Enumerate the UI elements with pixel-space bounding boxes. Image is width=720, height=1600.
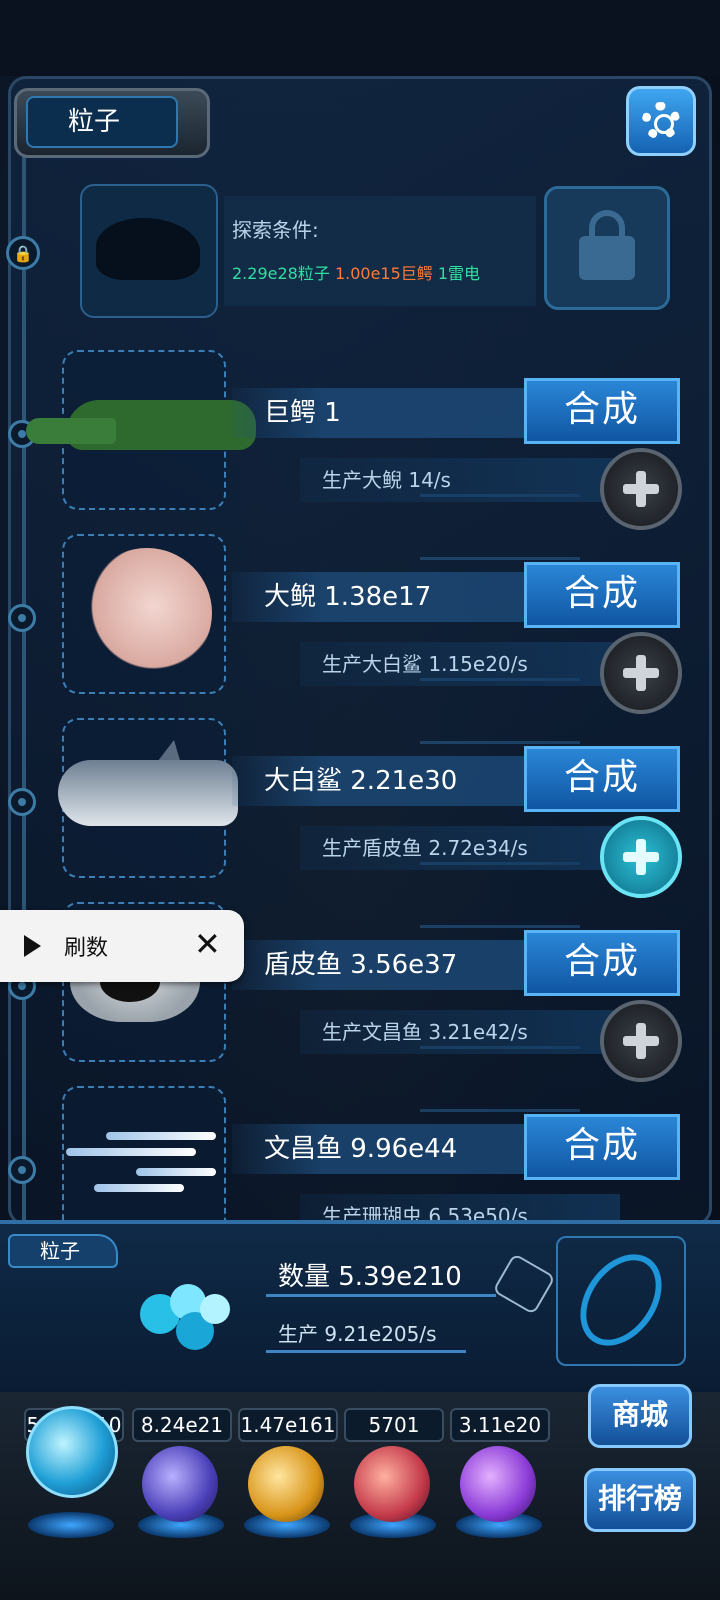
particle-production-rate: 生产 9.21e205/s xyxy=(278,1322,437,1346)
ranking-button[interactable]: 排行榜 xyxy=(584,1468,696,1532)
creature-name-lancelet: 文昌鱼 9.96e44 xyxy=(232,1124,532,1174)
resource-value-brain: 5701 xyxy=(344,1408,444,1442)
lock-node-icon: 🔒 xyxy=(6,236,40,270)
creature-name-crocodile: 巨鳄 1 xyxy=(232,388,532,438)
merge-button-shark[interactable]: 合成 xyxy=(524,746,680,812)
merge-button-lancelet[interactable]: 合成 xyxy=(524,1114,680,1180)
dna-icon xyxy=(556,1236,686,1366)
timeline-node xyxy=(8,1156,36,1184)
plus-icon xyxy=(621,837,661,877)
requirement-particles: 2.29e28粒子 xyxy=(232,264,330,283)
circuit-decoration xyxy=(420,678,580,744)
plus-icon xyxy=(621,469,661,509)
settings-button[interactable] xyxy=(626,86,696,156)
creature-name-salamander: 大鲵 1.38e17 xyxy=(232,572,532,622)
timeline-node xyxy=(8,788,36,816)
production-rate-placoderm: 生产文昌鱼 3.21e42/s xyxy=(300,1010,620,1054)
vortex-orb-icon[interactable] xyxy=(460,1446,536,1522)
creature-name-shark: 大白鲨 2.21e30 xyxy=(232,756,532,806)
shark-image xyxy=(58,740,248,840)
resource-value-sun: 1.47e161 xyxy=(238,1408,338,1442)
shop-button[interactable]: 商城 xyxy=(588,1384,692,1448)
particle-quantity: 数量 5.39e210 xyxy=(278,1262,462,1292)
particle-panel-tab: 粒子 xyxy=(8,1234,118,1268)
particle-cluster-icon xyxy=(130,1280,234,1354)
lancelet-image xyxy=(66,1124,226,1204)
play-icon[interactable] xyxy=(24,935,41,957)
particle-orb-icon[interactable] xyxy=(26,1406,118,1498)
explore-condition-title: 探索条件: xyxy=(232,218,319,242)
sun-orb-icon[interactable] xyxy=(248,1446,324,1522)
locked-creature-panel xyxy=(224,196,536,306)
upgrade-button-crocodile[interactable] xyxy=(600,448,682,530)
crocodile-image xyxy=(26,380,266,460)
resource-value-lightning: 8.24e21 xyxy=(132,1408,232,1442)
close-icon[interactable]: ✕ xyxy=(194,926,221,962)
brain-orb-icon[interactable] xyxy=(354,1446,430,1522)
status-strip xyxy=(0,0,720,76)
production-rate-salamander: 生产大白鲨 1.15e20/s xyxy=(300,642,620,686)
explore-requirements: 2.29e28粒子 1.00e15巨鳄 1雷电 xyxy=(232,260,480,284)
plus-icon xyxy=(621,1021,661,1061)
floating-tool-overlay[interactable]: 刷数 ✕ xyxy=(0,910,244,982)
merge-button-placoderm[interactable]: 合成 xyxy=(524,930,680,996)
circuit-decoration xyxy=(420,862,580,928)
overlay-label[interactable]: 刷数 xyxy=(64,930,108,962)
upgrade-button-placoderm[interactable] xyxy=(600,1000,682,1082)
upgrade-button-shark[interactable] xyxy=(600,816,682,898)
category-tab-label[interactable]: 粒子 xyxy=(26,96,178,148)
plus-icon xyxy=(621,653,661,693)
divider xyxy=(266,1294,496,1297)
circuit-decoration xyxy=(420,494,580,560)
unlock-button[interactable] xyxy=(544,186,670,310)
upgrade-button-salamander[interactable] xyxy=(600,632,682,714)
production-rate-crocodile: 生产大鲵 14/s xyxy=(300,458,620,502)
requirement-crocodiles: 1.00e15巨鳄 xyxy=(334,264,433,283)
merge-button-salamander[interactable]: 合成 xyxy=(524,562,680,628)
resource-value-vortex: 3.11e20 xyxy=(450,1408,550,1442)
timeline-node xyxy=(8,604,36,632)
gear-icon xyxy=(642,102,680,140)
salamander-image xyxy=(82,548,212,678)
orb-pedestal xyxy=(28,1512,114,1538)
circuit-decoration xyxy=(420,1046,580,1112)
divider xyxy=(266,1350,466,1353)
production-rate-shark: 生产盾皮鱼 2.72e34/s xyxy=(300,826,620,870)
creature-name-placoderm: 盾皮鱼 3.56e37 xyxy=(232,940,532,990)
lightning-orb-icon[interactable] xyxy=(142,1446,218,1522)
requirement-lightning: 1雷电 xyxy=(437,264,481,283)
padlock-icon xyxy=(579,210,635,280)
timeline-rail xyxy=(22,150,26,1220)
merge-button-crocodile[interactable]: 合成 xyxy=(524,378,680,444)
